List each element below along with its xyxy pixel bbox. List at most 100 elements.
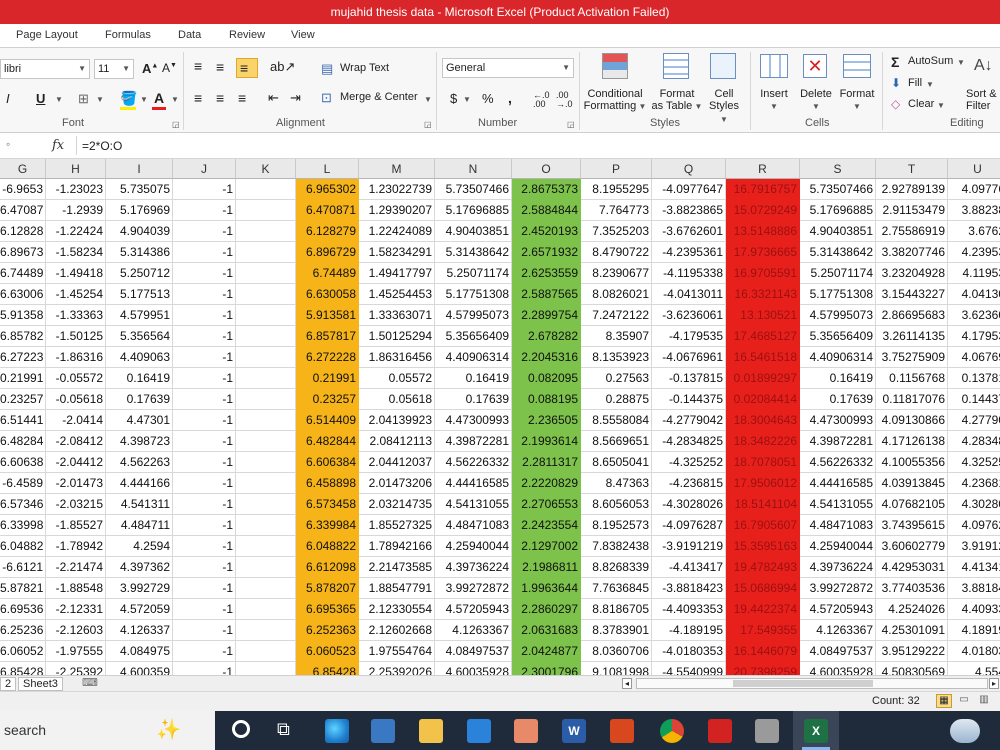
cell-M-row-23[interactable]: 2.25392026	[359, 662, 435, 675]
cell-H-row-19[interactable]: -1.88548	[46, 578, 106, 599]
cell-H-row-15[interactable]: -2.03215	[46, 494, 106, 515]
cell-T-row-2[interactable]: 2.75586919	[876, 221, 948, 242]
fill-button[interactable]: Fill	[908, 77, 922, 89]
scroll-left-icon[interactable]: ◂	[622, 678, 632, 689]
column-header-K[interactable]: K	[236, 159, 296, 179]
cell-K-row-15[interactable]	[236, 494, 296, 515]
cell-M-row-4[interactable]: 1.49417797	[359, 263, 435, 284]
horizontal-scrollbar[interactable]	[636, 678, 988, 689]
cell-O-row-1[interactable]: 2.5884844	[512, 200, 581, 221]
cell-Q-row-17[interactable]: -3.9191219	[652, 536, 726, 557]
file-explorer-icon[interactable]	[419, 719, 443, 743]
column-header-L[interactable]: L	[296, 159, 359, 179]
cell-U-row-11[interactable]: 4.27790	[948, 410, 1000, 431]
cell-K-row-8[interactable]	[236, 347, 296, 368]
number-dialog-launcher[interactable]: ◲	[567, 120, 575, 129]
cell-T-row-8[interactable]: 3.75275909	[876, 347, 948, 368]
cell-K-row-13[interactable]	[236, 452, 296, 473]
cell-O-row-12[interactable]: 2.1993614	[512, 431, 581, 452]
currency-button[interactable]: $	[450, 91, 457, 106]
cell-L-row-3[interactable]: 6.896729	[296, 242, 359, 263]
cell-I-row-20[interactable]: 4.572059	[106, 599, 173, 620]
cell-P-row-3[interactable]: 8.4790722	[581, 242, 652, 263]
cell-Q-row-23[interactable]: -4.5540999	[652, 662, 726, 675]
cell-O-row-14[interactable]: 2.2220829	[512, 473, 581, 494]
cell-P-row-9[interactable]: 0.27563	[581, 368, 652, 389]
cell-J-row-14[interactable]: -1	[173, 473, 236, 494]
cell-O-row-2[interactable]: 2.4520193	[512, 221, 581, 242]
cell-R-row-18[interactable]: 19.4782493	[726, 557, 800, 578]
cell-Q-row-1[interactable]: -3.8823865	[652, 200, 726, 221]
cell-M-row-20[interactable]: 2.12330554	[359, 599, 435, 620]
tab-review[interactable]: Review	[229, 29, 265, 41]
cell-U-row-16[interactable]: 4.09762	[948, 515, 1000, 536]
font-color-icon[interactable]: A	[154, 90, 164, 106]
cell-M-row-6[interactable]: 1.33363071	[359, 305, 435, 326]
cell-P-row-8[interactable]: 8.1353923	[581, 347, 652, 368]
increase-decimal-icon[interactable]: ←.0.00	[533, 91, 550, 109]
cell-G-row-0[interactable]: -6.9653	[0, 179, 46, 200]
underline-button[interactable]: U	[36, 91, 45, 106]
cell-S-row-10[interactable]: 0.17639	[800, 389, 876, 410]
cell-H-row-23[interactable]: -2.25392	[46, 662, 106, 675]
font-size-select[interactable]: 11 ▼	[94, 59, 134, 79]
scroll-right-icon[interactable]: ▸	[989, 678, 999, 689]
cell-K-row-5[interactable]	[236, 284, 296, 305]
cell-R-row-17[interactable]: 15.3595163	[726, 536, 800, 557]
cell-L-row-0[interactable]: 6.965302	[296, 179, 359, 200]
cell-T-row-21[interactable]: 4.25301091	[876, 620, 948, 641]
cell-T-row-6[interactable]: 2.86695683	[876, 305, 948, 326]
start-circle-icon[interactable]	[232, 720, 250, 738]
cell-M-row-12[interactable]: 2.08412113	[359, 431, 435, 452]
cell-R-row-0[interactable]: 16.7916757	[726, 179, 800, 200]
wrap-text-button[interactable]: Wrap Text	[340, 62, 389, 74]
cell-P-row-23[interactable]: 9.1081998	[581, 662, 652, 675]
cell-K-row-1[interactable]	[236, 200, 296, 221]
cell-J-row-8[interactable]: -1	[173, 347, 236, 368]
cell-S-row-5[interactable]: 5.17751308	[800, 284, 876, 305]
cell-L-row-8[interactable]: 6.272228	[296, 347, 359, 368]
cell-J-row-19[interactable]: -1	[173, 578, 236, 599]
tab-view[interactable]: View	[291, 29, 315, 41]
cell-R-row-19[interactable]: 15.0686994	[726, 578, 800, 599]
cell-M-row-22[interactable]: 1.97554764	[359, 641, 435, 662]
cell-U-row-5[interactable]: 4.04130	[948, 284, 1000, 305]
cell-K-row-22[interactable]	[236, 641, 296, 662]
cell-M-row-8[interactable]: 1.86316456	[359, 347, 435, 368]
cell-N-row-13[interactable]: 4.56226332	[435, 452, 512, 473]
cell-G-row-7[interactable]: 6.85782	[0, 326, 46, 347]
cell-R-row-4[interactable]: 16.9705591	[726, 263, 800, 284]
decrease-indent-icon[interactable]: ⇤	[268, 90, 279, 106]
cell-U-row-2[interactable]: 3.6762	[948, 221, 1000, 242]
cell-Q-row-8[interactable]: -4.0676961	[652, 347, 726, 368]
cell-I-row-23[interactable]: 4.600359	[106, 662, 173, 675]
cell-I-row-11[interactable]: 4.47301	[106, 410, 173, 431]
office-icon[interactable]	[610, 719, 634, 743]
cell-Q-row-2[interactable]: -3.6762601	[652, 221, 726, 242]
comma-button[interactable]: ,	[508, 90, 512, 106]
cell-K-row-3[interactable]	[236, 242, 296, 263]
cell-N-row-23[interactable]: 4.60035928	[435, 662, 512, 675]
cell-O-row-10[interactable]: 0.088195	[512, 389, 581, 410]
cell-R-row-22[interactable]: 16.1446079	[726, 641, 800, 662]
sort-filter-button[interactable]: Sort & Filter	[966, 88, 1000, 112]
cell-M-row-14[interactable]: 2.01473206	[359, 473, 435, 494]
cell-M-row-10[interactable]: 0.05618	[359, 389, 435, 410]
fill-color-icon[interactable]: 🪣	[120, 90, 137, 107]
cell-S-row-1[interactable]: 5.17696885	[800, 200, 876, 221]
cell-K-row-6[interactable]	[236, 305, 296, 326]
cell-S-row-18[interactable]: 4.39736224	[800, 557, 876, 578]
cell-N-row-21[interactable]: 4.1263367	[435, 620, 512, 641]
cell-L-row-21[interactable]: 6.252363	[296, 620, 359, 641]
cell-U-row-8[interactable]: 4.06769	[948, 347, 1000, 368]
cell-I-row-18[interactable]: 4.397362	[106, 557, 173, 578]
cell-H-row-14[interactable]: -2.01473	[46, 473, 106, 494]
italic-button[interactable]: I	[6, 91, 10, 106]
cell-N-row-12[interactable]: 4.39872281	[435, 431, 512, 452]
cell-U-row-1[interactable]: 3.88238	[948, 200, 1000, 221]
cell-S-row-7[interactable]: 5.35656409	[800, 326, 876, 347]
cell-G-row-1[interactable]: 6.47087	[0, 200, 46, 221]
cell-L-row-10[interactable]: 0.23257	[296, 389, 359, 410]
align-middle-icon[interactable]: ≡	[216, 59, 224, 75]
align-center-icon[interactable]: ≡	[216, 90, 224, 106]
